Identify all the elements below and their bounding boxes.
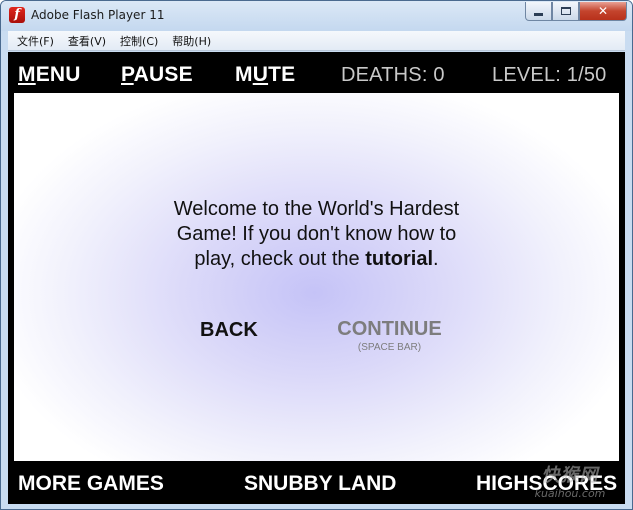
pause-hotkey: P — [121, 63, 134, 86]
deaths-counter: DEATHS: 0 — [341, 64, 445, 86]
maximize-button[interactable] — [552, 2, 579, 21]
menu-bar: 文件(F) 查看(V) 控制(C) 帮助(H) — [8, 31, 625, 51]
title-bar[interactable]: f Adobe Flash Player 11 ✕ — [1, 1, 632, 31]
pause-button[interactable]: PAUSE — [121, 64, 193, 86]
tutorial-link[interactable]: tutorial — [365, 248, 433, 270]
close-icon: ✕ — [597, 4, 609, 18]
menu-label: ENU — [35, 63, 81, 86]
welcome-message: Welcome to the World's Hardest Game! If … — [164, 197, 469, 272]
mute-label-start: M — [235, 63, 253, 86]
menu-hotkey: M — [18, 63, 36, 86]
footer-bar: MORE GAMES SNUBBY LAND HIGHSCORES — [8, 461, 625, 504]
hud-bar: MENU PAUSE MUTE DEATHS: 0 LEVEL: 1/50 — [8, 52, 625, 93]
mute-hotkey: U — [252, 63, 269, 86]
mute-button[interactable]: MUTE — [235, 64, 295, 86]
welcome-period: . — [433, 248, 439, 270]
menu-file[interactable]: 文件(F) — [10, 33, 61, 49]
snubby-land-button[interactable]: SNUBBY LAND — [244, 472, 396, 496]
menu-view[interactable]: 查看(V) — [61, 33, 113, 49]
highscores-button[interactable]: HIGHSCORES — [476, 472, 617, 496]
close-button[interactable]: ✕ — [579, 2, 627, 21]
window-title: Adobe Flash Player 11 — [31, 8, 165, 22]
pause-label: AUSE — [133, 63, 193, 86]
flash-app-icon: f — [9, 7, 25, 23]
minimize-icon — [534, 12, 543, 16]
menu-button[interactable]: MENU — [18, 64, 81, 86]
game-stage: MENU PAUSE MUTE DEATHS: 0 LEVEL: 1/50 We… — [8, 52, 625, 504]
space-bar-hint: (SPACE BAR) — [357, 342, 422, 353]
mute-label-end: TE — [268, 63, 296, 86]
level-indicator: LEVEL: 1/50 — [492, 64, 607, 86]
flash-player-window: f Adobe Flash Player 11 ✕ 文件(F) 查看(V) 控制… — [0, 0, 633, 510]
playfield: Welcome to the World's Hardest Game! If … — [14, 93, 619, 461]
menu-control[interactable]: 控制(C) — [113, 33, 165, 49]
more-games-button[interactable]: MORE GAMES — [18, 472, 164, 496]
minimize-button[interactable] — [525, 2, 552, 21]
continue-button[interactable]: CONTINUE (SPACE BAR) — [332, 318, 447, 353]
menu-help[interactable]: 帮助(H) — [165, 33, 218, 49]
maximize-icon — [560, 7, 571, 15]
continue-label: CONTINUE — [337, 318, 442, 340]
back-button[interactable]: BACK — [200, 319, 258, 342]
